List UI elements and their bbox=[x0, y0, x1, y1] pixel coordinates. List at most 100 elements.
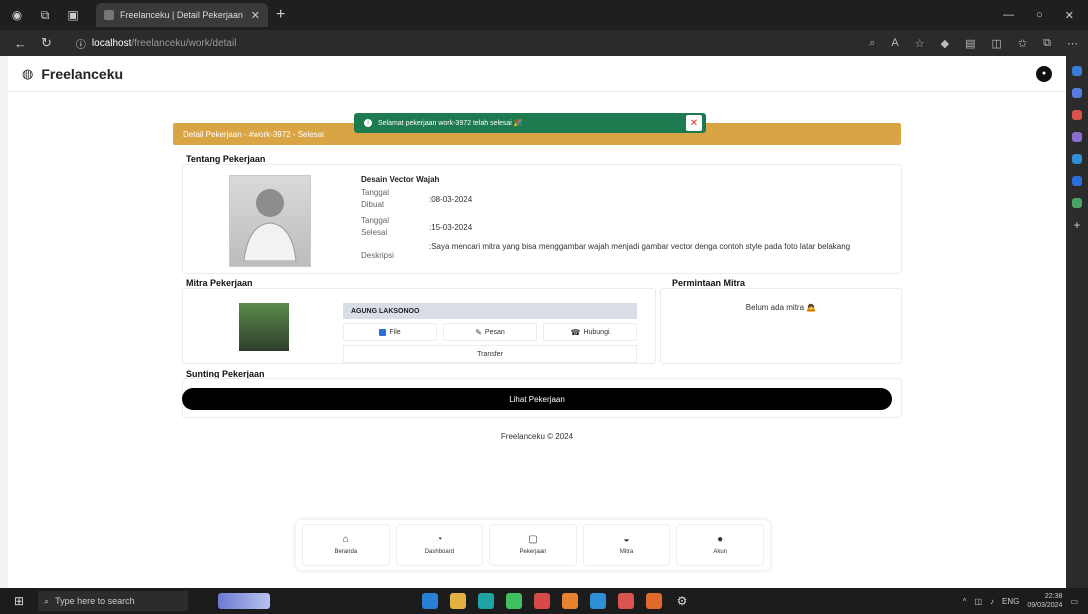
workspaces-icon[interactable]: ⧉ bbox=[34, 4, 56, 26]
nav-label: Pekerjaan bbox=[519, 549, 547, 555]
url-path: /freelanceku/work/detail bbox=[131, 37, 237, 49]
extension-icon[interactable]: ◆ bbox=[941, 37, 949, 50]
document-icon[interactable]: ▤ bbox=[965, 37, 975, 50]
start-windows-icon[interactable]: ⊞ bbox=[14, 594, 24, 608]
toast-close-icon[interactable]: ✕ bbox=[686, 115, 702, 131]
avatar[interactable]: ● bbox=[1036, 65, 1052, 82]
finished-label: Tanggal Selesai bbox=[361, 216, 390, 237]
games-icon[interactable] bbox=[1072, 132, 1082, 142]
about-card: Desain Vector Wajah Tanggal Dibuat :08-0… bbox=[182, 164, 902, 274]
refresh-icon[interactable]: ↻ bbox=[41, 35, 52, 51]
more-icon[interactable]: ⋯ bbox=[1067, 37, 1078, 50]
active-app-icon[interactable] bbox=[646, 593, 663, 609]
view-job-label: Lihat Pekerjaan bbox=[509, 394, 565, 404]
taskbar-search-placeholder: Type here to search bbox=[55, 596, 135, 606]
tools-icon[interactable] bbox=[1072, 110, 1082, 120]
taskbar-search[interactable]: ⌕ Type here to search bbox=[38, 591, 189, 611]
nav-label: Akun bbox=[713, 549, 728, 555]
phone-icon: ☎ bbox=[570, 327, 581, 337]
info-icon[interactable]: ⓘ bbox=[76, 36, 86, 51]
logo-icon: ◍ bbox=[22, 65, 34, 81]
volume-icon[interactable]: ♪ bbox=[990, 597, 994, 606]
nav-mitra[interactable]: ◒ Mitra bbox=[582, 524, 671, 566]
nav-akun[interactable]: ● Akun bbox=[676, 524, 764, 566]
screen: ◉ ⧉ ▣ Freelanceku | Detail Pekerjaan ✕ +… bbox=[0, 0, 1088, 614]
created-label: Tanggal Dibuat bbox=[361, 188, 390, 209]
back-icon[interactable]: ← bbox=[14, 36, 27, 51]
store-icon[interactable] bbox=[590, 593, 607, 609]
about-section-title: Tentang Pekerjaan bbox=[186, 154, 266, 164]
home-icon: ⌂ bbox=[342, 534, 349, 545]
contact-button[interactable]: ☎ Hubungi bbox=[543, 323, 637, 341]
info-circle-icon: i bbox=[364, 119, 372, 127]
partner-name: AGUNG LAKSONOO bbox=[343, 303, 637, 319]
edge-icon[interactable] bbox=[478, 593, 495, 609]
close-window-icon[interactable]: ✕ bbox=[1065, 9, 1074, 22]
network-icon[interactable]: ◫ bbox=[974, 597, 982, 606]
browser-tab[interactable]: Freelanceku | Detail Pekerjaan ✕ bbox=[96, 3, 268, 27]
vscode-icon[interactable] bbox=[422, 593, 439, 609]
no-requests-text: Belum ada mitra 🙇 bbox=[745, 303, 817, 312]
file-icon bbox=[379, 328, 387, 336]
job-reference-image bbox=[229, 175, 311, 267]
nav-label: Mitra bbox=[619, 549, 634, 555]
nav-pekerjaan[interactable]: ▢ Pekerjaan bbox=[489, 524, 577, 566]
favorite-star-icon[interactable]: ☆ bbox=[915, 37, 925, 50]
zoom-icon[interactable]: ⌕ bbox=[869, 37, 875, 50]
view-job-button[interactable]: Lihat Pekerjaan bbox=[182, 388, 892, 410]
transfer-button[interactable]: Transfer bbox=[343, 345, 637, 363]
notifications-icon[interactable]: ▭ bbox=[1070, 597, 1078, 606]
minimize-icon[interactable]: — bbox=[1003, 9, 1014, 22]
tab-title: Freelanceku | Detail Pekerjaan bbox=[120, 10, 243, 20]
app-orange-icon[interactable] bbox=[562, 593, 579, 609]
message-button[interactable]: ✎ Pesan bbox=[443, 323, 537, 341]
new-tab-icon[interactable]: + bbox=[276, 6, 285, 24]
file-button[interactable]: File bbox=[343, 323, 437, 341]
chrome-icon[interactable] bbox=[618, 593, 635, 609]
transfer-button-label: Transfer bbox=[477, 350, 503, 358]
whatsapp-icon[interactable] bbox=[506, 593, 523, 609]
nav-beranda[interactable]: ⌂ Beranda bbox=[302, 524, 390, 566]
clock[interactable]: 22:38 09/03/2024 bbox=[1027, 592, 1062, 610]
nav-label: Beranda bbox=[334, 549, 358, 555]
profile-icon[interactable]: ◉ bbox=[6, 4, 28, 26]
clock-date: 09/03/2024 bbox=[1027, 602, 1063, 609]
taskbar-apps: ⚙ bbox=[422, 593, 690, 609]
bottom-nav: ⌂ Beranda ◔ Dashboard ▢ Pekerjaan ◒ Mitr… bbox=[296, 520, 770, 570]
restore-icon[interactable]: ○ bbox=[1036, 9, 1043, 22]
success-toast: i Selamat pekerjaan work-3972 telah sele… bbox=[354, 113, 706, 133]
tray-chevron-icon[interactable]: ^ bbox=[963, 597, 967, 606]
partner-card: AGUNG LAKSONOO File ✎ Pesan ☎ Hubungi Tr… bbox=[182, 288, 656, 364]
outlook-icon[interactable] bbox=[1072, 176, 1082, 186]
shopping-icon[interactable] bbox=[1072, 88, 1082, 98]
settings-gear-icon[interactable]: ⚙ bbox=[674, 593, 690, 609]
split-screen-icon[interactable]: ◫ bbox=[992, 37, 1002, 50]
search-sidebar-icon[interactable] bbox=[1072, 66, 1082, 76]
file-explorer-icon[interactable] bbox=[450, 593, 467, 609]
description-label: Deskripsi bbox=[361, 251, 394, 260]
collections-icon[interactable]: ⧉ bbox=[1043, 37, 1051, 50]
file-button-label: File bbox=[389, 328, 401, 336]
close-tab-icon[interactable]: ✕ bbox=[251, 9, 260, 22]
favicon-icon bbox=[104, 10, 114, 20]
nav-dashboard[interactable]: ◔ Dashboard bbox=[395, 524, 484, 566]
app-header: ◍ Freelanceku ● bbox=[8, 56, 1066, 92]
contact-button-label: Hubungi bbox=[583, 328, 610, 336]
language-indicator[interactable]: ENG bbox=[1002, 597, 1019, 606]
favorites-icon[interactable]: ✩ bbox=[1018, 37, 1027, 50]
read-aloud-icon[interactable]: A bbox=[891, 37, 898, 50]
drop-icon[interactable] bbox=[1072, 198, 1082, 208]
search-highlight-icon[interactable] bbox=[218, 593, 271, 609]
brand-title[interactable]: Freelanceku bbox=[41, 66, 123, 82]
message-icon: ✎ bbox=[475, 327, 482, 337]
app-red-icon[interactable] bbox=[534, 593, 551, 609]
requests-section-title: Permintaan Mitra bbox=[672, 278, 746, 288]
created-value: :08-03-2024 bbox=[429, 195, 473, 204]
partner-photo bbox=[239, 303, 289, 351]
browser-toolbar: ⌕ A ☆ ◆ ▤ ◫ ✩ ⧉ ⋯ bbox=[869, 37, 1088, 50]
clock-time: 22:38 bbox=[1044, 593, 1063, 600]
add-sidebar-icon[interactable]: + bbox=[1072, 219, 1082, 231]
tab-actions-icon[interactable]: ▣ bbox=[62, 4, 84, 26]
office-icon[interactable] bbox=[1072, 154, 1082, 164]
url-field[interactable]: ⓘ localhost /freelanceku/work/detail bbox=[69, 33, 760, 53]
